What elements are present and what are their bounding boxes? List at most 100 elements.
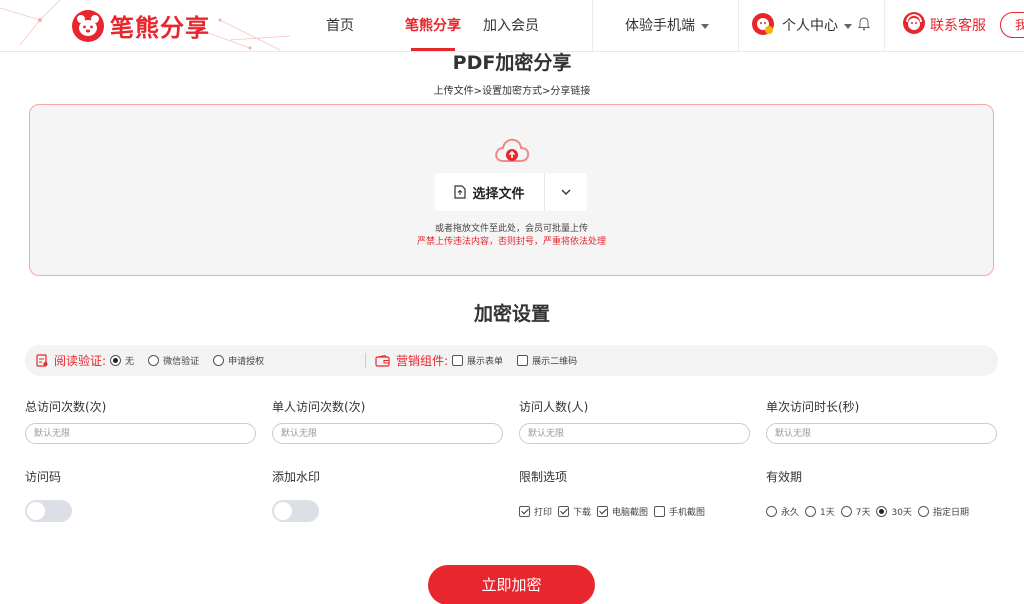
brand-logo[interactable]: 笔熊分享 <box>72 8 210 43</box>
radio-checked <box>876 506 888 517</box>
checkbox-unchecked <box>654 506 666 517</box>
upload-warning: 严禁上传违法内容，否则封号，严重将依法处理 <box>416 237 606 247</box>
chevron-down-icon <box>701 23 709 29</box>
radio-unchecked <box>148 355 160 366</box>
radio-unchecked <box>917 506 929 517</box>
access-code-toggle[interactable] <box>25 500 72 522</box>
marketing-group: 营销组件: 展示表单 展示二维码 <box>375 345 591 376</box>
user-avatar-icon[interactable] <box>752 13 774 35</box>
nav-divider <box>738 0 739 52</box>
toggle-knob <box>27 502 45 520</box>
upload-hint: 或者拖放文件至此处，会员可批量上传 <box>434 224 588 234</box>
encrypt-now-button[interactable]: 立即加密 <box>428 565 595 604</box>
chevron-down-icon <box>844 23 852 29</box>
option-label: 微信验证 <box>163 357 200 367</box>
visitor-count-input[interactable] <box>519 423 750 444</box>
wallet-icon <box>375 354 390 367</box>
option-label: 电脑截图 <box>612 508 649 518</box>
cloud-upload-icon <box>495 138 530 162</box>
toggle-knob <box>274 502 292 520</box>
limit-download[interactable]: 下载 <box>558 505 591 518</box>
nav-mobile[interactable]: 体验手机端 <box>625 15 709 35</box>
upload-dropzone[interactable]: 选择文件 或者拖放文件至此处，会员可批量上传 严禁上传违法内容，否则封号，严重将… <box>29 104 994 276</box>
option-label: 打印 <box>534 508 553 518</box>
radio-unchecked <box>766 506 777 517</box>
checkbox-checked <box>558 506 570 517</box>
marketing-label: 营销组件: <box>396 354 449 368</box>
radio-checked <box>110 355 122 366</box>
checkbox-unchecked <box>517 355 529 366</box>
nav-mobile-label: 体验手机端 <box>625 18 695 34</box>
option-label: 下载 <box>573 508 592 518</box>
nav-divider <box>592 0 593 52</box>
limit-mobile-screenshot[interactable]: 手机截图 <box>654 505 705 518</box>
nav-share[interactable]: 笔熊分享 <box>405 15 461 35</box>
total-visits-label: 总访问次数(次) <box>25 400 107 414</box>
read-verify-wechat[interactable]: 微信验证 <box>148 354 199 367</box>
visit-duration-label: 单次访问时长(秒) <box>766 400 860 414</box>
nav-membership[interactable]: 加入会员 <box>483 15 539 35</box>
select-file-button[interactable]: 选择文件 <box>435 173 545 211</box>
watermark-toggle[interactable] <box>272 500 319 522</box>
radio-unchecked <box>213 355 225 366</box>
option-label: 展示表单 <box>467 357 504 367</box>
read-verify-icon <box>36 354 48 367</box>
validity-7days[interactable]: 7天 <box>840 505 871 518</box>
chevron-down-icon <box>561 189 571 195</box>
visit-duration-input[interactable] <box>766 423 997 444</box>
read-verify-authorize[interactable]: 申请授权 <box>213 354 264 367</box>
marketing-show-qrcode[interactable]: 展示二维码 <box>517 354 577 367</box>
checkbox-checked <box>597 506 609 517</box>
read-verify-group: 阅读验证: 无 微信验证 申请授权 <box>36 345 278 376</box>
validity-forever[interactable]: 永久 <box>766 505 799 518</box>
read-verify-label: 阅读验证: <box>54 354 107 368</box>
visitor-count-label: 访问人数(人) <box>519 400 589 414</box>
validity-label: 有效期 <box>766 470 803 484</box>
option-label: 1天 <box>820 508 835 518</box>
user-center-label: 个人中心 <box>782 18 838 34</box>
bar-divider <box>365 353 366 368</box>
validity-30days[interactable]: 30天 <box>876 505 912 518</box>
option-label: 手机截图 <box>669 508 706 518</box>
validity-custom-date[interactable]: 指定日期 <box>917 505 969 518</box>
top-header: 笔熊分享 首页 笔熊分享 加入会员 体验手机端 个人中心 联系客服 我 <box>0 0 1024 52</box>
customer-service-icon[interactable] <box>903 12 925 34</box>
nav-divider <box>884 0 885 52</box>
checkbox-checked <box>519 506 530 517</box>
edge-cut-label: 我 <box>1015 18 1024 32</box>
page-title: PDF加密分享 <box>452 52 572 74</box>
option-label: 无 <box>125 357 135 367</box>
marketing-show-form[interactable]: 展示表单 <box>452 354 503 367</box>
option-bar: 阅读验证: 无 微信验证 申请授权 营销组件: 展示表单 展示二维码 <box>25 345 998 376</box>
limits-options: 打印 下载 电脑截图 手机截图 <box>519 505 711 518</box>
radio-unchecked <box>840 506 852 517</box>
file-icon <box>454 185 467 199</box>
select-file-label: 选择文件 <box>472 186 525 202</box>
contact-service-link[interactable]: 联系客服 <box>930 15 986 35</box>
option-label: 7天 <box>855 508 871 518</box>
option-label: 30天 <box>891 508 912 518</box>
limit-pc-screenshot[interactable]: 电脑截图 <box>597 505 648 518</box>
user-center-menu[interactable]: 个人中心 <box>782 15 852 35</box>
option-label: 申请授权 <box>228 357 265 367</box>
select-file-group: 选择文件 <box>435 173 587 211</box>
limits-label: 限制选项 <box>519 470 568 484</box>
nav-home[interactable]: 首页 <box>326 15 354 35</box>
access-code-label: 访问码 <box>25 470 62 484</box>
total-visits-input[interactable] <box>25 423 256 444</box>
limit-print[interactable]: 打印 <box>519 505 552 518</box>
checkbox-unchecked <box>452 355 464 366</box>
bell-icon[interactable] <box>858 17 870 31</box>
bear-logo-icon <box>72 9 104 42</box>
option-label: 展示二维码 <box>532 357 578 367</box>
settings-title: 加密设置 <box>473 303 550 325</box>
edge-cut-button[interactable]: 我 <box>1000 12 1024 38</box>
validity-1day[interactable]: 1天 <box>805 505 835 518</box>
per-user-visits-input[interactable] <box>272 423 503 444</box>
radio-unchecked <box>805 506 817 517</box>
validity-options: 永久 1天 7天 30天 指定日期 <box>766 505 975 518</box>
select-file-dropdown[interactable] <box>545 173 587 211</box>
watermark-label: 添加水印 <box>272 470 321 484</box>
steps-breadcrumb: 上传文件>设置加密方式>分享链接 <box>433 86 591 97</box>
read-verify-none[interactable]: 无 <box>110 354 134 367</box>
